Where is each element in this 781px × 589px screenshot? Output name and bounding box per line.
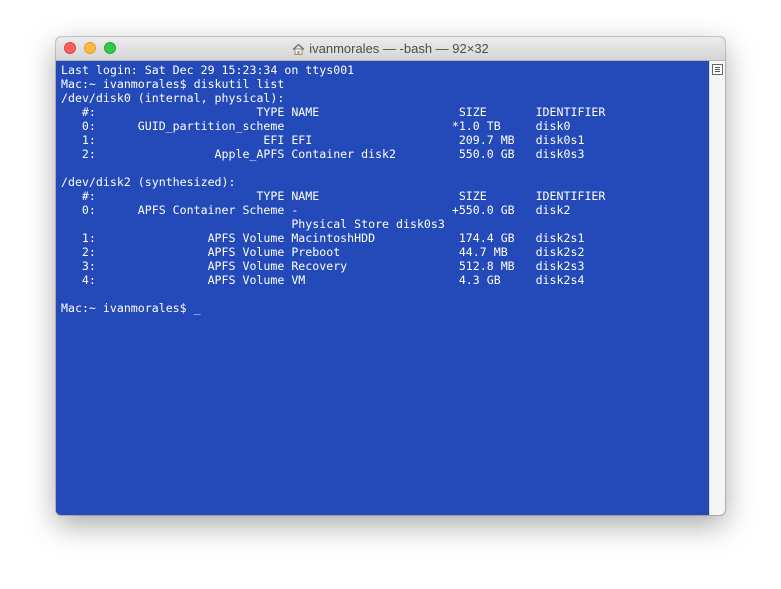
command-line: Mac:~ ivanmorales$ diskutil list [61, 77, 285, 91]
cell-size: 44.7 MB [458, 245, 508, 259]
cell-id: disk0 [535, 119, 571, 133]
cell-id: disk0s1 [535, 133, 585, 147]
cell-name: Physical Store disk0s3 [291, 217, 445, 231]
disk2-table: #: TYPE NAME SIZE IDENTIFIER 0: APFS Containe… [61, 189, 710, 287]
cell-mark: * [451, 119, 459, 133]
cell-type: Apple_APFS [214, 147, 285, 161]
cell-size: SIZE [458, 189, 487, 203]
cell-name: - [291, 203, 299, 217]
cell-num: 0: [81, 203, 96, 217]
cell-id: IDENTIFIER [535, 105, 606, 119]
cell-type: TYPE [256, 189, 285, 203]
table-row: 2: APFS Volume Preboot 44.7 MB disk2s2 [61, 245, 710, 259]
cell-type: APFS Volume [207, 273, 285, 287]
title-bar[interactable]: ivanmorales — -bash — 92×32 [56, 37, 725, 61]
cell-size: 512.8 MB [458, 259, 515, 273]
cell-id: disk2s2 [535, 245, 585, 259]
cell-num: 1: [81, 133, 96, 147]
cell-num: 2: [81, 147, 96, 161]
prompt: Mac:~ ivanmorales$ [61, 301, 194, 315]
split-pane-icon[interactable] [712, 64, 723, 75]
prompt-line: Mac:~ ivanmorales$ _ [61, 301, 710, 315]
cell-num: 4: [81, 273, 96, 287]
cell-num: 0: [81, 119, 96, 133]
cell-mark: + [451, 203, 459, 217]
cell-name: Recovery [291, 259, 348, 273]
terminal-window: ivanmorales — -bash — 92×32 Last login: … [56, 37, 725, 515]
cell-name: Preboot [291, 245, 341, 259]
cell-name: Container disk2 [291, 147, 397, 161]
cell-num: #: [81, 189, 96, 203]
cell-size: 209.7 MB [458, 133, 515, 147]
disk2-heading: /dev/disk2 (synthesized): [61, 175, 236, 189]
table-row: 4: APFS Volume VM 4.3 GB disk2s4 [61, 273, 710, 287]
cell-type: TYPE [256, 105, 285, 119]
terminal-output[interactable]: Last login: Sat Dec 29 15:23:34 on ttys0… [56, 61, 710, 515]
cell-id: disk2 [535, 203, 571, 217]
table-row: 3: APFS Volume Recovery 512.8 MB disk2s3 [61, 259, 710, 273]
cell-id: disk0s3 [535, 147, 585, 161]
table-row: 1: EFI EFI 209.7 MB disk0s1 [61, 133, 710, 147]
table-row: Physical Store disk0s3 [61, 217, 710, 231]
table-header: #: TYPE NAME SIZE IDENTIFIER [61, 189, 710, 203]
window-title-text: ivanmorales — -bash — 92×32 [309, 41, 489, 56]
cell-id: disk2s1 [535, 231, 585, 245]
cell-type: GUID_partition_scheme [137, 119, 285, 133]
cell-type: APFS Volume [207, 231, 285, 245]
cell-id: disk2s3 [535, 259, 585, 273]
cell-name: MacintoshHDD [291, 231, 376, 245]
cell-name: NAME [291, 105, 320, 119]
scrollbar[interactable] [709, 61, 725, 515]
cell-num: 2: [81, 245, 96, 259]
cell-name: EFI [291, 133, 313, 147]
table-row: 1: APFS Volume MacintoshHDD 174.4 GB disk2s… [61, 231, 710, 245]
table-row: 0: GUID_partition_scheme *1.0 TB disk0 [61, 119, 710, 133]
login-line: Last login: Sat Dec 29 15:23:34 on ttys0… [61, 63, 355, 77]
window-title: ivanmorales — -bash — 92×32 [56, 41, 725, 58]
disk0-heading: /dev/disk0 (internal, physical): [61, 91, 285, 105]
cell-size: 550.0 GB [458, 147, 515, 161]
cell-size: 1.0 TB [458, 119, 501, 133]
cell-size: 4.3 GB [458, 273, 501, 287]
disk0-table: #: TYPE NAME SIZE IDENTIFIER 0: GUID_partitio… [61, 105, 710, 161]
cell-num: #: [81, 105, 96, 119]
cell-type: APFS Volume [207, 245, 285, 259]
cell-name: NAME [291, 189, 320, 203]
table-row: 2: Apple_APFS Container disk2 550.0 GB disk… [61, 147, 710, 161]
table-row: 0: APFS Container Scheme - +550.0 GB disk2 [61, 203, 710, 217]
cell-num: 3: [81, 259, 96, 273]
cell-size: 174.4 GB [458, 231, 515, 245]
table-header: #: TYPE NAME SIZE IDENTIFIER [61, 105, 710, 119]
cell-id: IDENTIFIER [535, 189, 606, 203]
cell-size: SIZE [458, 105, 487, 119]
cell-size: 550.0 GB [458, 203, 515, 217]
cell-id: disk2s4 [535, 273, 585, 287]
cell-type: EFI [263, 133, 285, 147]
cell-num: 1: [81, 231, 96, 245]
cell-type: APFS Volume [207, 259, 285, 273]
home-icon [292, 43, 305, 58]
cursor: _ [193, 301, 201, 315]
cell-type: APFS Container Scheme [137, 203, 285, 217]
cell-name: VM [291, 273, 306, 287]
